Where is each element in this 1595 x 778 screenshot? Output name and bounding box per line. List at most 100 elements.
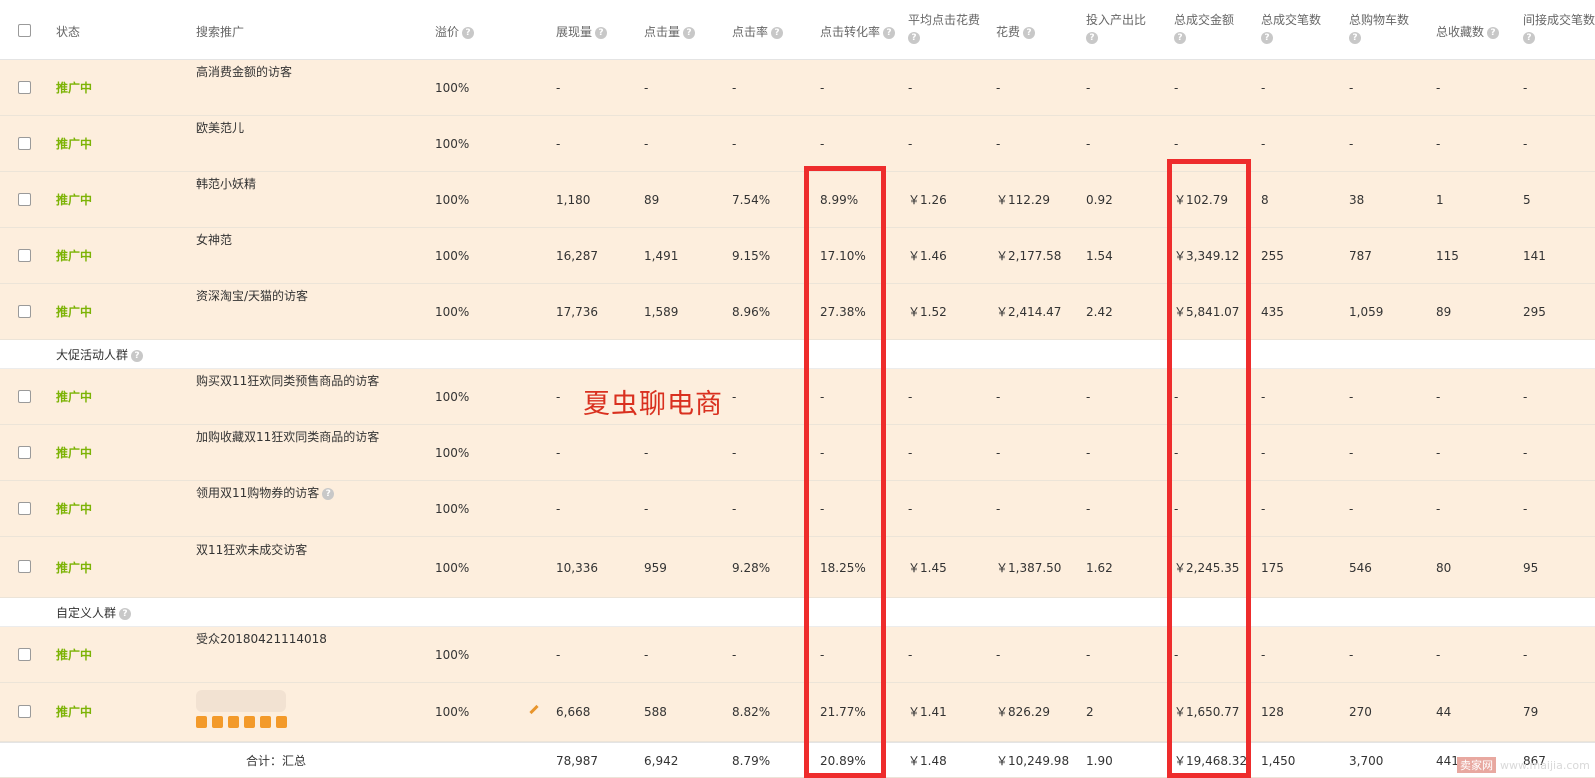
total-row: 合计：汇总 78,987 6,942 8.79% 20.89% ￥1.48 ￥1… xyxy=(0,742,1595,778)
status-label[interactable]: 推广中 xyxy=(56,248,92,264)
help-icon[interactable]: ? xyxy=(1086,32,1098,44)
premium-value[interactable]: 100% xyxy=(435,560,469,576)
row-checkbox[interactable] xyxy=(18,560,31,573)
orders-value: 435 xyxy=(1261,305,1284,319)
group-label-text: 自定义人群 xyxy=(56,606,117,620)
carts-value: - xyxy=(1349,137,1354,151)
row-checkbox[interactable] xyxy=(18,193,31,206)
gmv-value: - xyxy=(1174,137,1179,151)
help-icon[interactable]: ? xyxy=(683,26,696,39)
status-label[interactable]: 推广中 xyxy=(56,560,92,576)
premium-value[interactable]: 100% xyxy=(435,192,469,208)
help-icon[interactable]: ? xyxy=(119,607,132,620)
edit-icon[interactable] xyxy=(244,716,255,728)
status-label[interactable]: 推广中 xyxy=(56,136,92,152)
report-icon[interactable] xyxy=(212,716,223,728)
premium-value[interactable]: 100% xyxy=(435,501,469,517)
help-icon[interactable]: ? xyxy=(1523,32,1535,44)
header-roi[interactable]: 投入产出比? xyxy=(1086,12,1146,44)
status-label[interactable]: 推广中 xyxy=(56,445,92,461)
help-icon[interactable]: ? xyxy=(908,32,920,44)
premium-value[interactable]: 100% xyxy=(435,647,469,663)
row-checkbox[interactable] xyxy=(18,249,31,262)
row-checkbox[interactable] xyxy=(18,390,31,403)
help-icon[interactable]: ? xyxy=(1174,32,1186,44)
help-icon[interactable]: ? xyxy=(1261,32,1273,44)
gmv-value: ￥2,245.35 xyxy=(1174,561,1240,575)
help-icon[interactable]: ? xyxy=(322,487,335,500)
row-checkbox[interactable] xyxy=(18,705,31,718)
help-icon[interactable]: ? xyxy=(883,26,896,39)
header-carts[interactable]: 总购物车数? xyxy=(1349,12,1409,44)
status-label[interactable]: 推广中 xyxy=(56,80,92,96)
ctr-value: - xyxy=(732,137,737,151)
table-row: 推广中 资深淘宝/天猫的访客 100% 17,736 1,589 8.96% 2… xyxy=(0,284,1595,340)
premium-value[interactable]: 100% xyxy=(435,704,469,720)
clicks-value: - xyxy=(644,137,649,151)
help-icon[interactable]: ? xyxy=(1023,26,1036,39)
audience-name: 高消费金额的访客 xyxy=(196,65,293,79)
table-row: 推广中 领用双11购物券的访客? 100% - - - - - - - - - … xyxy=(0,481,1595,537)
header-search[interactable]: 搜索推广 xyxy=(196,24,244,40)
avg-cpc-value: - xyxy=(908,137,913,151)
row-checkbox[interactable] xyxy=(18,446,31,459)
header-ctr[interactable]: 点击率? xyxy=(732,24,784,40)
status-label[interactable]: 推广中 xyxy=(56,647,92,663)
status-label[interactable]: 推广中 xyxy=(56,192,92,208)
ctr-value: 8.96% xyxy=(732,305,771,319)
help-icon[interactable]: ? xyxy=(771,26,784,39)
header-orders[interactable]: 总成交笔数? xyxy=(1261,12,1321,44)
header-status[interactable]: 状态 xyxy=(56,24,80,40)
ctr-value: - xyxy=(732,648,737,662)
impressions-value: 10,336 xyxy=(556,561,598,575)
premium-value[interactable]: 100% xyxy=(435,248,469,264)
select-all-checkbox[interactable] xyxy=(18,24,31,37)
help-icon[interactable]: ? xyxy=(595,26,608,39)
premium-value[interactable]: 100% xyxy=(435,389,469,405)
total-gmv: ￥19,468.32 xyxy=(1174,754,1248,768)
premium-value[interactable]: 100% xyxy=(435,136,469,152)
chart-icon[interactable] xyxy=(196,716,207,728)
header-orders-label: 总成交笔数 xyxy=(1261,13,1322,27)
status-label[interactable]: 推广中 xyxy=(56,304,92,320)
orders-value: 255 xyxy=(1261,249,1284,263)
group-label: 自定义人群? xyxy=(56,604,132,621)
row-checkbox[interactable] xyxy=(18,81,31,94)
settings-icon[interactable] xyxy=(276,716,287,728)
clicks-value: - xyxy=(644,502,649,516)
premium-value[interactable]: 100% xyxy=(435,304,469,320)
header-cost[interactable]: 花费? xyxy=(996,24,1036,40)
header-favorites[interactable]: 总收藏数? xyxy=(1436,24,1500,40)
total-cost: ￥10,249.98 xyxy=(996,754,1070,768)
premium-value[interactable]: 100% xyxy=(435,80,469,96)
site-logo: 卖家网 www.maijia.com xyxy=(1457,757,1590,773)
premium-value[interactable]: 100% xyxy=(435,445,469,461)
help-icon[interactable]: ? xyxy=(462,26,475,39)
header-impressions[interactable]: 展现量? xyxy=(556,24,608,40)
row-checkbox[interactable] xyxy=(18,502,31,515)
gmv-value: - xyxy=(1174,81,1179,95)
export-icon[interactable] xyxy=(260,716,271,728)
header-avg-cpc[interactable]: 平均点击花费? xyxy=(908,12,980,44)
row-checkbox[interactable] xyxy=(18,137,31,150)
header-clicks[interactable]: 点击量? xyxy=(644,24,696,40)
cvr-value: 27.38% xyxy=(820,305,866,319)
status-label[interactable]: 推广中 xyxy=(56,704,92,720)
cost-value: ￥1,387.50 xyxy=(996,561,1062,575)
header-indirect-orders[interactable]: 间接成交笔数? xyxy=(1523,12,1595,44)
help-icon[interactable]: ? xyxy=(131,349,144,362)
header-premium[interactable]: 溢价? xyxy=(435,24,475,40)
favorites-value: - xyxy=(1436,502,1441,516)
help-icon[interactable]: ? xyxy=(1349,32,1361,44)
header-cvr[interactable]: 点击转化率? xyxy=(820,24,896,40)
copy-icon[interactable] xyxy=(228,716,239,728)
help-icon[interactable]: ? xyxy=(1487,26,1500,39)
table-row: 推广中 韩范小妖精 100% 1,180 89 7.54% 8.99% ￥1.2… xyxy=(0,172,1595,228)
status-label[interactable]: 推广中 xyxy=(56,389,92,405)
indirect-orders-value: - xyxy=(1523,648,1528,662)
status-label[interactable]: 推广中 xyxy=(56,501,92,517)
header-gmv[interactable]: 总成交金额? xyxy=(1174,12,1234,44)
gmv-value: ￥5,841.07 xyxy=(1174,305,1240,319)
row-checkbox[interactable] xyxy=(18,648,31,661)
row-checkbox[interactable] xyxy=(18,305,31,318)
